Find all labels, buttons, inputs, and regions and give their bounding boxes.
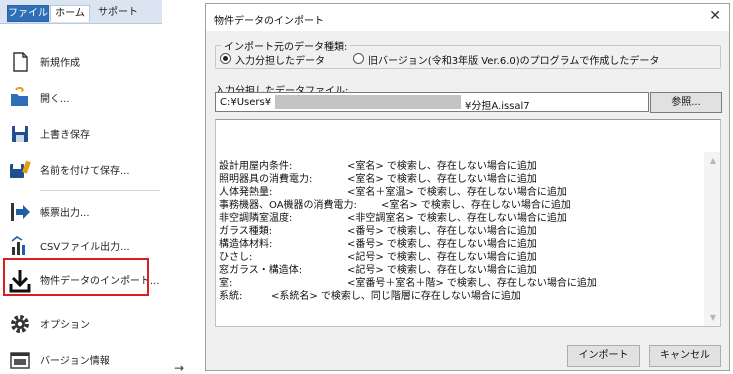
radio-input-shared-data[interactable] <box>220 53 231 64</box>
file-path-suffix: ¥分担A.issal7 <box>465 101 530 112</box>
menu-item-label: オプション <box>40 320 90 331</box>
dialog-titlebar[interactable]: 物件データのインポート ✕ <box>206 4 729 31</box>
menu-item-label: 新規作成 <box>40 58 80 69</box>
save-as-icon <box>9 159 31 181</box>
import-dialog: 物件データのインポート ✕ インポート元のデータ種類: 入力分担したデータ 旧バ… <box>205 3 730 371</box>
menu-item-label: 開く... <box>40 94 70 105</box>
menu-item-save-as[interactable]: 名前を付けて保存... <box>0 152 162 186</box>
tab-home[interactable]: ホーム <box>50 5 90 22</box>
browse-button[interactable]: 参照... <box>650 92 722 113</box>
rule-key: 系統: <box>219 291 243 302</box>
redacted-username <box>275 95 461 109</box>
menu-item-save[interactable]: 上書き保存 <box>0 116 162 150</box>
cancel-button[interactable]: キャンセル <box>649 345 721 367</box>
radio-old-version[interactable] <box>353 53 364 64</box>
file-menu: ファイル ホーム サポート 新規作成 開く... 上書き保存 名前を付けて保存.… <box>0 0 162 374</box>
scroll-down-icon[interactable]: ▼ <box>710 313 716 322</box>
menu-divider <box>40 190 160 191</box>
menu-item-version-info[interactable]: バージョン情報 <box>0 342 162 374</box>
menu-item-new[interactable]: 新規作成 <box>0 44 162 78</box>
radio-label-old-version[interactable]: 旧バージョン(令和3年版 Ver.6.0)のプログラムで作成したデータ <box>368 52 659 67</box>
close-icon[interactable]: ✕ <box>709 8 721 24</box>
import-button[interactable]: インポート <box>567 345 640 367</box>
version-info-icon <box>9 349 31 371</box>
ribbon-tabbar: ファイル ホーム サポート <box>0 0 162 24</box>
radio-label-shared-data[interactable]: 入力分担したデータ <box>235 52 325 67</box>
data-file-path-input[interactable]: C:¥Users¥ ¥分担A.issal7 <box>215 92 649 112</box>
dialog-title: 物件データのインポート <box>214 16 324 27</box>
file-path-prefix: C:¥Users¥ <box>220 97 272 108</box>
scroll-up-icon[interactable]: ▲ <box>710 156 716 165</box>
import-rules-panel: ▲ ▼ 設計用屋内条件: <室名> で検索し、存在しない場合に追加 照明器具の消… <box>215 119 721 327</box>
open-folder-icon <box>9 86 31 109</box>
rules-scrollbar[interactable] <box>704 152 720 326</box>
new-document-icon <box>9 51 31 73</box>
selection-highlight <box>3 258 149 296</box>
menu-item-label: 帳票出力... <box>40 208 90 219</box>
menu-item-options[interactable]: オプション <box>0 306 162 340</box>
menu-item-csv-export[interactable]: CSVファイル出力... <box>0 228 162 262</box>
menu-item-label: 上書き保存 <box>40 130 90 141</box>
arrow-indicator: → <box>174 361 185 374</box>
menu-item-report-output[interactable]: 帳票出力... <box>0 194 162 228</box>
rule-value: <系統名> で検索し、同じ階層に存在しない場合に追加 <box>271 291 521 302</box>
source-type-legend: インポート元のデータ種類: <box>221 38 351 53</box>
menu-item-label: CSVファイル出力... <box>40 242 130 253</box>
gear-icon <box>9 313 31 335</box>
menu-item-label: 名前を付けて保存... <box>40 166 130 177</box>
menu-item-open[interactable]: 開く... <box>0 80 162 114</box>
csv-export-icon <box>9 235 31 257</box>
menu-item-label: バージョン情報 <box>40 356 110 367</box>
report-output-icon <box>9 201 31 223</box>
tab-support[interactable]: サポート <box>92 5 144 22</box>
save-icon <box>9 123 31 145</box>
tab-file[interactable]: ファイル <box>7 5 49 22</box>
